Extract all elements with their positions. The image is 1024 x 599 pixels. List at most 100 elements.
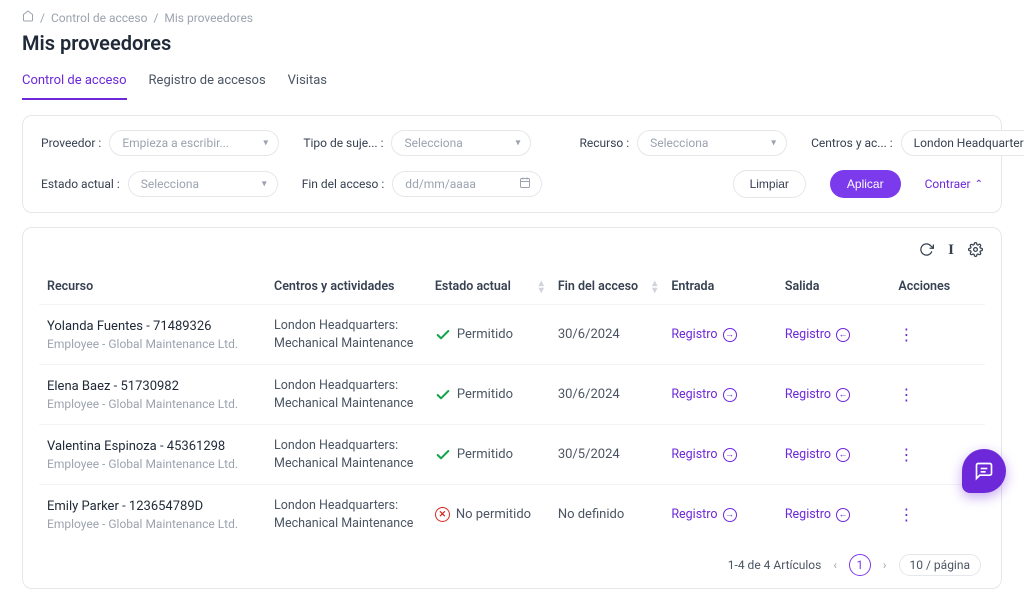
fin-date-input[interactable]: dd/mm/aaaa [392,171,542,197]
salida-link[interactable]: Registro [785,327,850,342]
exit-icon [836,448,850,462]
chevron-down-icon: ▾ [771,138,776,149]
status-cell: ✕ No permitido [435,507,542,522]
entrada-link[interactable]: Registro [671,447,736,462]
table-row: Emily Parker - 123654789D Employee - Glob… [39,485,985,545]
settings-icon[interactable] [968,242,983,261]
row-actions-menu[interactable]: ⋮ [898,385,914,404]
exit-icon [836,508,850,522]
table-row: Yolanda Fuentes - 71489326 Employee - Glo… [39,305,985,365]
proveedor-label: Proveedor : [41,136,101,150]
tab-control-acceso[interactable]: Control de acceso [22,67,127,100]
resource-name: Emily Parker - 123654789D [47,499,258,514]
next-page[interactable]: › [881,558,889,572]
row-actions-menu[interactable]: ⋮ [898,445,914,464]
recurso-label: Recurso : [579,136,629,150]
estado-select[interactable]: Selecciona ▾ [128,171,278,197]
chevron-down-icon: ▾ [515,138,520,149]
page-title: Mis proveedores [22,31,1002,55]
col-recurso[interactable]: Recurso [39,269,266,305]
status-cell: Permitido [435,327,542,343]
exit-icon [836,328,850,342]
col-centros[interactable]: Centros y actividades [266,269,427,305]
status-text: Permitido [457,387,513,402]
chevron-up-icon: ⌃ [975,179,983,190]
home-icon[interactable] [22,10,34,25]
x-circle-icon: ✕ [435,507,450,522]
page-size-select[interactable]: 10 / página [899,554,981,576]
enter-icon [723,328,737,342]
estado-label: Estado actual : [41,177,120,191]
resource-sub: Employee - Global Maintenance Ltd. [47,457,258,471]
salida-link[interactable]: Registro [785,507,850,522]
breadcrumb-item[interactable]: Control de acceso [51,11,148,25]
centros-select[interactable]: London Headquarters ▾ [901,130,1024,156]
row-actions-menu[interactable]: ⋮ [898,325,914,344]
tab-visitas[interactable]: Visitas [288,67,327,100]
tipo-label: Tipo de suje... : [303,136,383,150]
exit-icon [836,388,850,402]
centros-label: Centros y ac... : [811,136,893,150]
page-number[interactable]: 1 [849,554,871,576]
status-text: No permitido [456,507,531,522]
entrada-link[interactable]: Registro [671,387,736,402]
enter-icon [723,388,737,402]
calendar-icon [519,177,531,192]
pagination: 1-4 de 4 Artículos ‹ 1 › 10 / página [39,544,985,578]
salida-link[interactable]: Registro [785,447,850,462]
col-fin[interactable]: Fin del acceso▴▾ [550,269,664,305]
table-row: Elena Baez - 51730982 Employee - Global M… [39,365,985,425]
chevron-down-icon: ▾ [262,179,267,190]
pagination-summary: 1-4 de 4 Artículos [728,558,822,572]
prev-page[interactable]: ‹ [831,558,839,572]
col-estado[interactable]: Estado actual▴▾ [427,269,550,305]
limpiar-button[interactable]: Limpiar [733,170,806,198]
resource-sub: Employee - Global Maintenance Ltd. [47,337,258,351]
status-text: Permitido [457,327,513,342]
col-entrada[interactable]: Entrada [663,269,777,305]
enter-icon [723,508,737,522]
fin-cell: 30/5/2024 [550,425,664,485]
breadcrumb-sep: / [40,11,45,25]
columns-icon[interactable]: I [948,242,954,261]
recurso-select[interactable]: Selecciona ▾ [637,130,787,156]
check-icon [435,387,451,403]
breadcrumb-sep: / [153,11,158,25]
filter-card: Proveedor : Empieza a escribir... ▾ Tipo… [22,115,1002,213]
status-cell: Permitido [435,447,542,463]
entrada-link[interactable]: Registro [671,327,736,342]
fin-cell: 30/6/2024 [550,305,664,365]
chat-fab[interactable] [962,449,1006,493]
contraer-link[interactable]: Contraer ⌃ [925,177,983,191]
table-toolbar: I [39,238,985,269]
resource-name: Elena Baez - 51730982 [47,379,258,394]
table-card: I Recurso Centros y actividades Estado a… [22,227,1002,589]
entrada-link[interactable]: Registro [671,507,736,522]
table-row: Valentina Espinoza - 45361298 Employee - … [39,425,985,485]
sort-icon: ▴▾ [652,280,657,294]
tabs: Control de acceso Registro de accesos Vi… [22,67,1002,101]
resource-name: Valentina Espinoza - 45361298 [47,439,258,454]
resource-sub: Employee - Global Maintenance Ltd. [47,397,258,411]
row-actions-menu[interactable]: ⋮ [898,505,914,524]
proveedor-select[interactable]: Empieza a escribir... ▾ [109,130,279,156]
tipo-select[interactable]: Selecciona ▾ [391,130,531,156]
col-salida[interactable]: Salida [777,269,891,305]
enter-icon [723,448,737,462]
fin-label: Fin del acceso : [302,177,385,191]
centers-cell: London Headquarters:Mechanical Maintenan… [266,365,427,425]
centers-cell: London Headquarters:Mechanical Maintenan… [266,425,427,485]
sort-icon: ▴▾ [539,280,544,294]
salida-link[interactable]: Registro [785,387,850,402]
tab-registro-accesos[interactable]: Registro de accesos [149,67,266,100]
refresh-icon[interactable] [919,242,934,261]
col-acciones[interactable]: Acciones [890,269,985,305]
centers-cell: London Headquarters:Mechanical Maintenan… [266,485,427,545]
breadcrumb-item[interactable]: Mis proveedores [164,11,253,25]
resource-name: Yolanda Fuentes - 71489326 [47,319,258,334]
fin-cell: 30/6/2024 [550,365,664,425]
check-icon [435,327,451,343]
resource-sub: Employee - Global Maintenance Ltd. [47,517,258,531]
check-icon [435,447,451,463]
aplicar-button[interactable]: Aplicar [830,170,901,198]
